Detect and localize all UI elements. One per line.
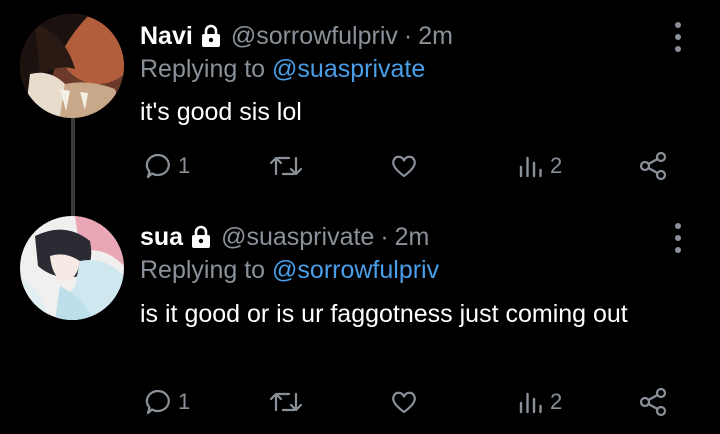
reply-count: 1: [178, 389, 191, 414]
tweet-text: is it good or is ur faggotness just comi…: [140, 300, 628, 328]
lock-icon: [189, 225, 213, 249]
tweet-header: sua @suasprivate · 2m: [140, 220, 429, 254]
retweet-icon: [270, 388, 302, 416]
reply-button[interactable]: 1: [144, 384, 190, 420]
replying-to: Replying to @sorrowfulpriv: [140, 256, 439, 285]
replying-mention[interactable]: @sorrowfulpriv: [272, 256, 439, 284]
tweet-actions: 1 2: [140, 384, 680, 420]
like-icon: [390, 388, 418, 416]
share-icon: [638, 387, 668, 417]
separator-dot: ·: [380, 222, 389, 251]
reply-icon: [144, 388, 172, 416]
replying-prefix: Replying to: [140, 256, 273, 284]
more-icon[interactable]: [670, 223, 686, 253]
tweet[interactable]: sua @suasprivate · 2m Replying to @sorro…: [0, 0, 720, 434]
avatar[interactable]: [20, 216, 124, 320]
views-button[interactable]: 2: [518, 384, 562, 420]
share-button[interactable]: [638, 384, 668, 420]
retweet-button[interactable]: [270, 384, 302, 420]
like-button[interactable]: [390, 384, 418, 420]
views-count: 2: [550, 389, 563, 414]
timestamp[interactable]: 2m: [395, 223, 430, 252]
display-name[interactable]: sua: [140, 223, 183, 252]
views-icon: [518, 388, 544, 416]
handle[interactable]: @suasprivate: [221, 223, 374, 252]
